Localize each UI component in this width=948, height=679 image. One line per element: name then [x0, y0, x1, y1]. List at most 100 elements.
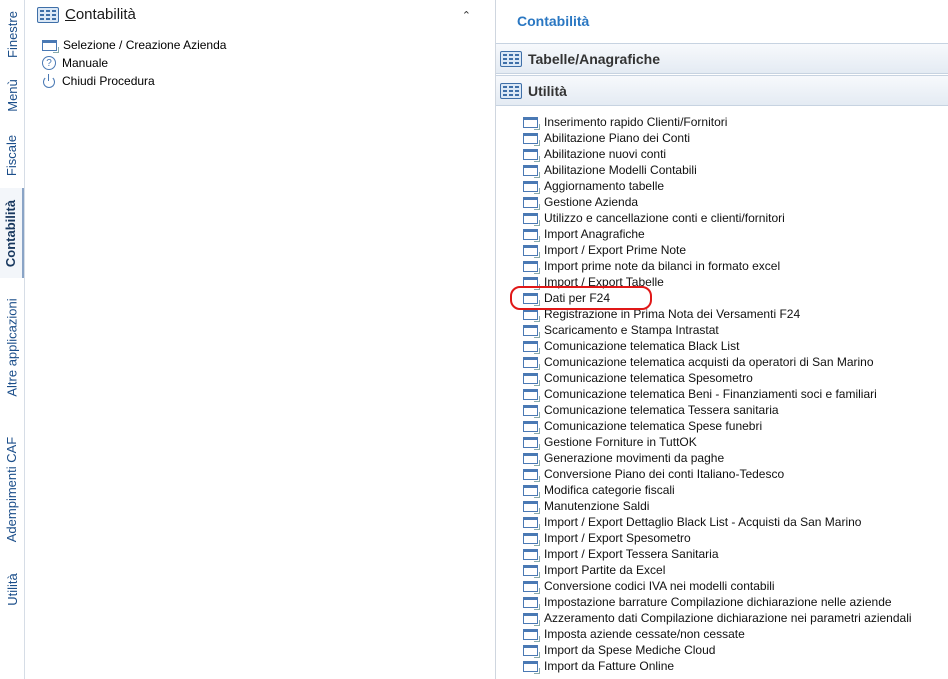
list-item[interactable]: Comunicazione telematica Beni - Finanzia…: [523, 386, 912, 402]
list-item[interactable]: Utilizzo e cancellazione conti e clienti…: [523, 210, 912, 226]
list-item[interactable]: Generazione movimenti da paghe: [523, 450, 912, 466]
list-item-label: Comunicazione telematica acquisti da ope…: [544, 355, 874, 369]
window-icon: [523, 340, 540, 354]
collapse-icon[interactable]: ⌃: [462, 9, 471, 22]
window-icon: [523, 308, 540, 322]
tab-contabilita[interactable]: Contabilità: [0, 188, 24, 278]
tab-label: Altre applicazioni: [4, 297, 20, 397]
list-item-label: Conversione codici IVA nei modelli conta…: [544, 579, 775, 593]
window-icon: [523, 148, 540, 162]
window-icon: [523, 404, 540, 418]
list-item-label: Gestione Forniture in TuttOK: [544, 435, 697, 449]
list-item[interactable]: Conversione codici IVA nei modelli conta…: [523, 578, 912, 594]
list-item-label: Inserimento rapido Clienti/Fornitori: [544, 115, 728, 129]
list-item-label: Import Partite da Excel: [544, 563, 666, 577]
window-icon: [523, 356, 540, 370]
list-item[interactable]: Import Anagrafiche: [523, 226, 912, 242]
window-icon: [523, 612, 540, 626]
window-icon: [523, 628, 540, 642]
list-item[interactable]: Aggiornamento tabelle: [523, 178, 912, 194]
window-icon: [523, 244, 540, 258]
list-item-label: Impostazione barrature Compilazione dich…: [544, 595, 892, 609]
menu-item-selezione-azienda[interactable]: Selezione / Creazione Azienda: [42, 36, 226, 54]
tab-finestre[interactable]: Finestre: [0, 4, 24, 64]
list-item-label: Comunicazione telematica Tessera sanitar…: [544, 403, 779, 417]
list-item[interactable]: Modifica categorie fiscali: [523, 482, 912, 498]
tab-adempimenti-caf[interactable]: Adempimenti CAF: [0, 424, 24, 554]
list-item[interactable]: Conversione Piano dei conti Italiano-Ted…: [523, 466, 912, 482]
menu-item-chiudi-procedura[interactable]: Chiudi Procedura: [42, 72, 226, 90]
list-item[interactable]: Manutenzione Saldi: [523, 498, 912, 514]
list-item-label: Abilitazione Modelli Contabili: [544, 163, 697, 177]
grid-icon: [500, 50, 522, 67]
list-item[interactable]: Comunicazione telematica Tessera sanitar…: [523, 402, 912, 418]
list-item[interactable]: Comunicazione telematica Spese funebri: [523, 418, 912, 434]
window-icon: [523, 324, 540, 338]
list-item[interactable]: Import Partite da Excel: [523, 562, 912, 578]
list-item[interactable]: Impostazione barrature Compilazione dich…: [523, 594, 912, 610]
window-icon: [523, 292, 540, 306]
tab-label: Finestre: [4, 10, 20, 58]
window-icon: [523, 516, 540, 530]
list-item-label: Import Anagrafiche: [544, 227, 645, 241]
tab-menu[interactable]: Menù: [0, 70, 24, 120]
list-item-label: Comunicazione telematica Spesometro: [544, 371, 753, 385]
window-icon: [523, 532, 540, 546]
list-item[interactable]: Import da Spese Mediche Cloud: [523, 642, 912, 658]
list-item[interactable]: Registrazione in Prima Nota dei Versamen…: [523, 306, 912, 322]
list-item[interactable]: Comunicazione telematica Spesometro: [523, 370, 912, 386]
list-item-label: Aggiornamento tabelle: [544, 179, 665, 193]
tab-label: Contabilità: [3, 199, 19, 267]
list-item-label: Azzeramento dati Compilazione dichiarazi…: [544, 611, 912, 625]
window-icon: [523, 180, 540, 194]
list-item-label: Manutenzione Saldi: [544, 499, 650, 513]
section-utilita[interactable]: Utilità: [496, 75, 948, 106]
left-panel-header: Contabilità: [37, 6, 136, 23]
list-item-label: Registrazione in Prima Nota dei Versamen…: [544, 307, 801, 321]
list-item-label: Dati per F24: [544, 291, 611, 305]
list-item[interactable]: Gestione Forniture in TuttOK: [523, 434, 912, 450]
list-item[interactable]: Import / Export Spesometro: [523, 530, 912, 546]
tab-utilita[interactable]: Utilità: [0, 564, 24, 614]
list-item[interactable]: Import / Export Tabelle: [523, 274, 912, 290]
list-item[interactable]: Import / Export Tessera Sanitaria: [523, 546, 912, 562]
list-item-label: Comunicazione telematica Black List: [544, 339, 740, 353]
list-item[interactable]: Import / Export Prime Note: [523, 242, 912, 258]
section-tabelle-anagrafiche[interactable]: Tabelle/Anagrafiche: [496, 43, 948, 74]
window-icon: [523, 548, 540, 562]
list-item-label: Import prime note da bilanci in formato …: [544, 259, 781, 273]
menu-item-manuale[interactable]: ? Manuale: [42, 54, 226, 72]
vertical-tab-strip: Finestre Menù Fiscale Contabilità Altre …: [0, 0, 25, 679]
window-icon: [523, 500, 540, 514]
tab-fiscale[interactable]: Fiscale: [0, 126, 24, 184]
list-item[interactable]: Gestione Azienda: [523, 194, 912, 210]
section-title: Utilità: [528, 82, 567, 99]
list-item[interactable]: Import prime note da bilanci in formato …: [523, 258, 912, 274]
list-item-label: Import da Spese Mediche Cloud: [544, 643, 716, 657]
list-item[interactable]: Abilitazione Piano dei Conti: [523, 130, 912, 146]
list-item[interactable]: Comunicazione telematica acquisti da ope…: [523, 354, 912, 370]
list-item-label: Import / Export Spesometro: [544, 531, 691, 545]
list-item[interactable]: Import da Fatture Online: [523, 658, 912, 674]
list-item[interactable]: Scaricamento e Stampa Intrastat: [523, 322, 912, 338]
list-item[interactable]: Import / Export Dettaglio Black List - A…: [523, 514, 912, 530]
list-item-label: Import / Export Prime Note: [544, 243, 687, 257]
right-panel-title: Contabilità: [517, 13, 590, 29]
list-item[interactable]: Comunicazione telematica Black List: [523, 338, 912, 354]
window-icon: [523, 644, 540, 658]
list-item-label: Comunicazione telematica Beni - Finanzia…: [544, 387, 877, 401]
list-item-label: Imposta aziende cessate/non cessate: [544, 627, 745, 641]
tab-altre-applicazioni[interactable]: Altre applicazioni: [0, 286, 24, 408]
list-item[interactable]: Imposta aziende cessate/non cessate: [523, 626, 912, 642]
menu-item-label: Selezione / Creazione Azienda: [63, 38, 227, 52]
list-item[interactable]: Dati per F24: [523, 290, 912, 306]
list-item[interactable]: Inserimento rapido Clienti/Fornitori: [523, 114, 912, 130]
list-item[interactable]: Azzeramento dati Compilazione dichiarazi…: [523, 610, 912, 626]
tab-label: Adempimenti CAF: [4, 436, 20, 542]
tab-label: Fiscale: [4, 134, 20, 176]
right-panel: Contabilità Tabelle/Anagrafiche Utilità …: [496, 0, 948, 679]
list-item[interactable]: Abilitazione Modelli Contabili: [523, 162, 912, 178]
list-item[interactable]: Abilitazione nuovi conti: [523, 146, 912, 162]
window-icon: [523, 436, 540, 450]
tab-label: Utilità: [4, 572, 20, 606]
